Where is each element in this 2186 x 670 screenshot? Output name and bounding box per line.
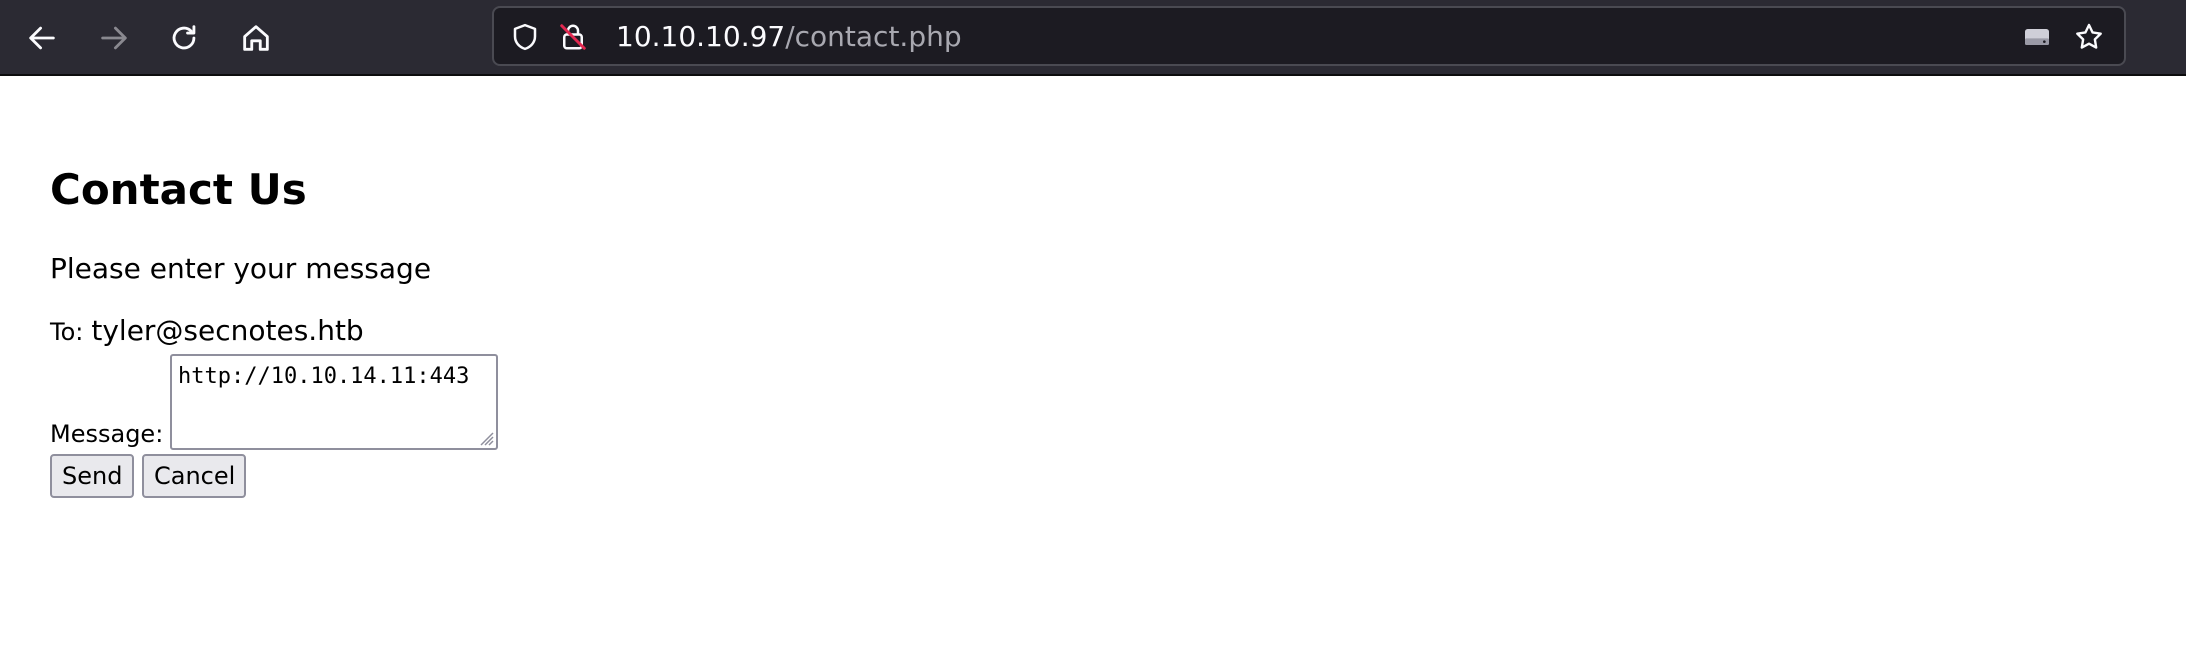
drive-icon[interactable]	[2020, 20, 2054, 54]
recipient-row: To: tyler@secnotes.htb	[50, 314, 364, 347]
url-bar[interactable]: 10.10.10.97/contact.php	[492, 6, 2126, 66]
intro-text: Please enter your message	[50, 252, 432, 285]
shield-icon[interactable]	[508, 20, 542, 54]
browser-toolbar: 10.10.10.97/contact.php	[0, 0, 2186, 76]
resize-grip-icon[interactable]	[476, 428, 494, 446]
url-text[interactable]: 10.10.10.97/contact.php	[616, 21, 962, 53]
forward-button[interactable]	[86, 10, 142, 66]
forward-arrow-icon	[101, 26, 127, 50]
bookmark-star-icon[interactable]	[2072, 20, 2106, 54]
message-text: http://10.10.14.11:443	[178, 364, 470, 389]
cancel-button[interactable]: Cancel	[142, 454, 246, 498]
home-button[interactable]	[228, 10, 284, 66]
back-button[interactable]	[14, 10, 70, 66]
page-title: Contact Us	[50, 165, 307, 214]
reload-icon	[172, 25, 196, 50]
reload-button[interactable]	[156, 10, 212, 66]
to-value: tyler@secnotes.htb	[91, 314, 364, 347]
message-textarea[interactable]: http://10.10.14.11:443	[170, 354, 498, 450]
back-arrow-icon	[29, 26, 55, 50]
send-button[interactable]: Send	[50, 454, 134, 498]
message-label: Message:	[50, 420, 164, 448]
to-label: To:	[50, 318, 84, 346]
home-icon	[243, 25, 269, 51]
insecure-lock-icon[interactable]	[556, 20, 590, 54]
url-path: /contact.php	[785, 20, 962, 53]
url-host: 10.10.10.97	[616, 20, 786, 53]
